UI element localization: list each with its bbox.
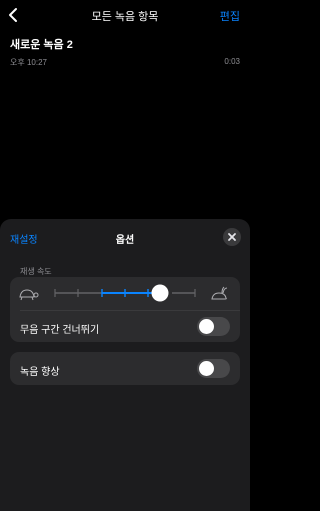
playback-speed-label: 재생 속도 bbox=[20, 267, 52, 276]
recording-name: 새로운 녹음 2 bbox=[10, 39, 73, 51]
slider-knob[interactable] bbox=[151, 284, 169, 302]
recording-duration: 0:03 bbox=[224, 57, 240, 66]
divider bbox=[20, 310, 240, 311]
enhance-recording-group: 녹음 향상 bbox=[10, 352, 240, 385]
close-icon bbox=[228, 233, 236, 241]
playback-options-group: 무음 구간 건너뛰기 bbox=[10, 277, 240, 342]
playback-speed-row bbox=[10, 277, 240, 310]
sheet-title: 옵션 bbox=[115, 235, 135, 246]
options-sheet: 재설정 옵션 재생 속도 무음 구간 건너뛰기 녹음 향상 bbox=[0, 219, 250, 511]
page-title: 모든 녹음 항목 bbox=[91, 11, 159, 23]
enhance-recording-label: 녹음 향상 bbox=[20, 367, 60, 378]
toggle-knob bbox=[199, 361, 214, 376]
playback-speed-slider[interactable] bbox=[54, 284, 196, 302]
turtle-icon bbox=[19, 289, 39, 301]
edit-button[interactable]: 편집 bbox=[220, 8, 240, 24]
recording-list-item[interactable]: 새로운 녹음 2 오후 10:27 0:03 bbox=[10, 36, 240, 68]
toggle-knob bbox=[199, 319, 214, 334]
nav-bar: 모든 녹음 항목 편집 bbox=[0, 0, 250, 30]
enhance-recording-toggle[interactable] bbox=[197, 359, 230, 378]
recording-time: 오후 10:27 bbox=[10, 58, 47, 67]
skip-silence-toggle[interactable] bbox=[197, 317, 230, 336]
skip-silence-label: 무음 구간 건너뛰기 bbox=[20, 325, 100, 336]
rabbit-icon bbox=[211, 286, 228, 300]
close-button[interactable] bbox=[223, 228, 241, 246]
playback-speed-slider-svg bbox=[19, 284, 228, 302]
recording-meta: 오후 10:27 0:03 bbox=[10, 57, 240, 68]
